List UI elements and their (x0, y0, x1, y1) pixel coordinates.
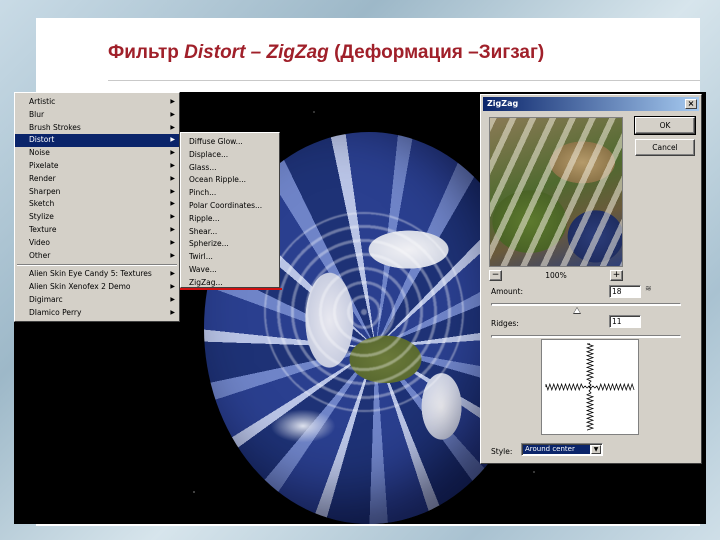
cancel-button[interactable]: Cancel (635, 139, 695, 156)
submenu-arrow-icon: ▶ (170, 98, 175, 105)
menu-item-digimarc[interactable]: Digimarc ▶ (15, 294, 179, 307)
distort-item-twirl[interactable]: Twirl... (181, 251, 279, 264)
menu-item-diamico-perry[interactable]: DIamico Perry ▶ (15, 307, 179, 320)
zoom-in-button[interactable]: + (610, 270, 623, 281)
menu-item-label: Distort (29, 135, 55, 145)
submenu-arrow-icon: ▶ (170, 213, 175, 221)
zigzag-ripple-overlay (264, 212, 464, 412)
distort-item-spherize[interactable]: Spherize... (181, 238, 279, 251)
preview-image[interactable] (489, 117, 623, 267)
zoom-out-button[interactable]: − (489, 270, 502, 281)
menu-item-distort[interactable]: Distort ▶ (15, 134, 179, 148)
distort-item-ocean-ripple[interactable]: Ocean Ripple... (181, 174, 279, 187)
distort-item-pinch[interactable]: Pinch... (181, 187, 279, 200)
distort-item-glass[interactable]: Glass... (181, 162, 279, 175)
menu-item-stylize[interactable]: Stylize ▶ (15, 211, 179, 224)
title-filter-name: Distort – ZigZag (184, 42, 329, 63)
style-select[interactable]: Around center ▼ (521, 443, 603, 456)
menu-item-label: Render (29, 173, 56, 183)
zigzag-wave-preview (541, 339, 639, 435)
amount-label: Amount: (491, 287, 523, 296)
ridges-input[interactable]: 11 (609, 315, 641, 328)
filter-menu-group-builtin: Artistic ▶ Blur ▶ Brush Strokes ▶ Distort ▶ Nois… (15, 96, 179, 262)
menu-item-label: Digimarc (29, 294, 63, 304)
menu-item-label: Blur (29, 109, 45, 119)
title-translation: (Деформация –Зигзаг) (328, 42, 545, 63)
zigzag-dialog: ZigZag × OK Cancel − 100% + Amount: 18 ≋… (480, 94, 702, 464)
menu-item-label: Texture (29, 224, 57, 234)
submenu-arrow-icon: ▶ (170, 123, 175, 131)
menu-item-alien-skin-xenofex-2-demo[interactable]: Alien Skin Xenofex 2 Demo ▶ (15, 281, 179, 294)
menu-item-sketch[interactable]: Sketch ▶ (15, 198, 179, 211)
submenu-arrow-icon: ▶ (170, 136, 175, 144)
menu-item-other[interactable]: Other ▶ (15, 250, 179, 263)
submenu-arrow-icon: ▶ (170, 295, 175, 303)
menu-item-noise[interactable]: Noise ▶ (15, 147, 179, 160)
zigzag-highlight-marker (180, 288, 282, 290)
distort-item-polar-coordinates[interactable]: Polar Coordinates... (181, 200, 279, 213)
submenu-arrow-icon: ▶ (170, 110, 175, 118)
menu-item-blur[interactable]: Blur ▶ (15, 109, 179, 122)
ridges-label: Ridges: (491, 319, 519, 328)
menu-item-label: Sketch (29, 199, 55, 209)
menu-item-label: Brush Strokes (29, 122, 81, 132)
zoom-level: 100% (545, 271, 567, 280)
chevron-down-icon[interactable]: ▼ (591, 445, 601, 454)
page-title: Фильтр Distort – ZigZag (Деформация –Зиг… (108, 42, 708, 64)
menu-item-label: Pixelate (29, 160, 59, 170)
menu-item-render[interactable]: Render ▶ (15, 173, 179, 186)
menu-item-label: DIamico Perry (29, 307, 82, 317)
submenu-arrow-icon: ▶ (170, 283, 175, 291)
menu-item-artistic[interactable]: Artistic ▶ (15, 96, 179, 109)
menu-item-brush-strokes[interactable]: Brush Strokes ▶ (15, 122, 179, 135)
distort-item-displace[interactable]: Displace... (181, 149, 279, 162)
menu-item-label: Alien Skin Xenofex 2 Demo (29, 282, 131, 292)
submenu-arrow-icon: ▶ (170, 225, 175, 233)
submenu-arrow-icon: ▶ (170, 161, 175, 169)
menu-item-label: Sharpen (29, 186, 61, 196)
menu-item-label: Alien Skin Eye Candy 5: Textures (29, 269, 152, 279)
menu-item-video[interactable]: Video ▶ (15, 237, 179, 250)
submenu-arrow-icon: ▶ (170, 187, 175, 195)
distort-item-wave[interactable]: Wave... (181, 264, 279, 277)
amount-input[interactable]: 18 (609, 285, 641, 298)
wave-horizontal-trace (545, 382, 635, 392)
distort-item-ripple[interactable]: Ripple... (181, 213, 279, 226)
submenu-arrow-icon: ▶ (170, 149, 175, 157)
close-icon[interactable]: × (685, 99, 697, 109)
menu-item-pixelate[interactable]: Pixelate ▶ (15, 160, 179, 173)
dialog-title: ZigZag (487, 99, 519, 108)
menu-item-label: Other (29, 250, 51, 260)
amount-slider[interactable] (491, 303, 681, 314)
distort-item-shear[interactable]: Shear... (181, 226, 279, 239)
ok-button[interactable]: OK (634, 116, 696, 135)
distort-submenu: Diffuse Glow... Displace... Glass... Ocean … (180, 132, 280, 288)
title-prefix: Фильтр (108, 42, 185, 63)
style-label: Style: (491, 447, 513, 456)
filter-menu-group-plugins: Alien Skin Eye Candy 5: Textures ▶ Alien S… (15, 268, 179, 319)
menu-item-alien-skin-eye-candy-5-textures[interactable]: Alien Skin Eye Candy 5: Textures ▶ (15, 268, 179, 281)
style-selected-value: Around center (523, 445, 590, 454)
amount-slider-thumb[interactable] (572, 307, 581, 314)
ridges-slider[interactable] (491, 335, 681, 346)
menu-item-label: Artistic (29, 97, 56, 106)
filter-menu: Artistic ▶ Blur ▶ Brush Strokes ▶ Distort ▶ Nois… (14, 92, 180, 322)
submenu-arrow-icon: ▶ (170, 308, 175, 316)
photoshop-screenshot: Artistic ▶ Blur ▶ Brush Strokes ▶ Distort ▶ Nois… (14, 92, 706, 524)
submenu-arrow-icon: ▶ (170, 238, 175, 246)
menu-item-sharpen[interactable]: Sharpen ▶ (15, 186, 179, 199)
submenu-arrow-icon: ▶ (170, 200, 175, 208)
menu-item-texture[interactable]: Texture ▶ (15, 224, 179, 237)
submenu-arrow-icon: ▶ (170, 174, 175, 182)
menu-item-label: Video (29, 237, 51, 247)
menu-item-label: Noise (29, 148, 50, 158)
menu-item-label: Stylize (29, 212, 54, 222)
title-divider (108, 80, 700, 81)
submenu-arrow-icon: ▶ (170, 251, 175, 259)
submenu-arrow-icon: ▶ (170, 270, 175, 278)
dialog-titlebar[interactable]: ZigZag × (483, 97, 699, 111)
distort-item-diffuse-glow[interactable]: Diffuse Glow... (181, 136, 279, 149)
settings-icon[interactable]: ≋ (645, 284, 652, 293)
